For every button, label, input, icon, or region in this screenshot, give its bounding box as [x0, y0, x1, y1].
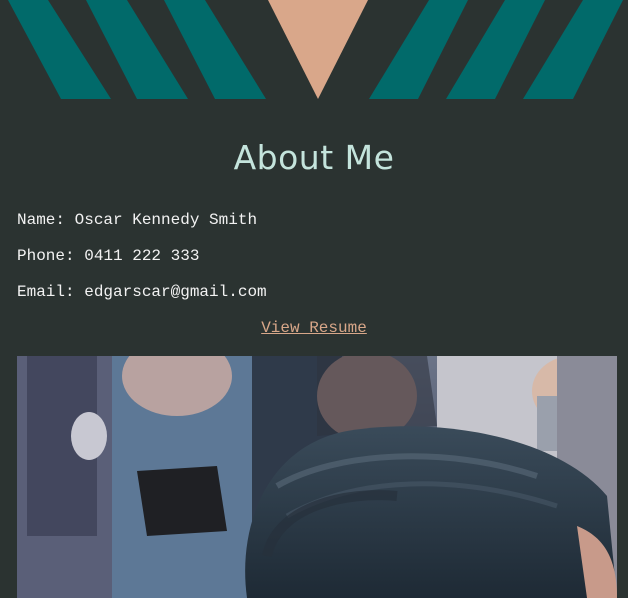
- stripe-right-3: [523, 0, 623, 99]
- about-page: About Me Name: Oscar Kennedy Smith Phone…: [0, 0, 628, 598]
- phone-line: Phone: 0411 222 333: [17, 247, 200, 265]
- left-stripes: [8, 0, 266, 99]
- stripe-right-2: [446, 0, 545, 99]
- page-title: About Me: [233, 138, 395, 177]
- name-line: Name: Oscar Kennedy Smith: [17, 211, 258, 229]
- email-line: Email: edgarscar@gmail.com: [17, 283, 267, 301]
- right-stripes: [369, 0, 623, 99]
- header-banner: [8, 0, 623, 99]
- profile-photo: [17, 356, 617, 598]
- stripe-right-1: [369, 0, 468, 99]
- stripe-left-3: [164, 0, 266, 99]
- center-triangle: [268, 0, 368, 99]
- view-resume-link[interactable]: View Resume: [0, 319, 628, 337]
- profile-selfie-photo-icon: [17, 356, 617, 598]
